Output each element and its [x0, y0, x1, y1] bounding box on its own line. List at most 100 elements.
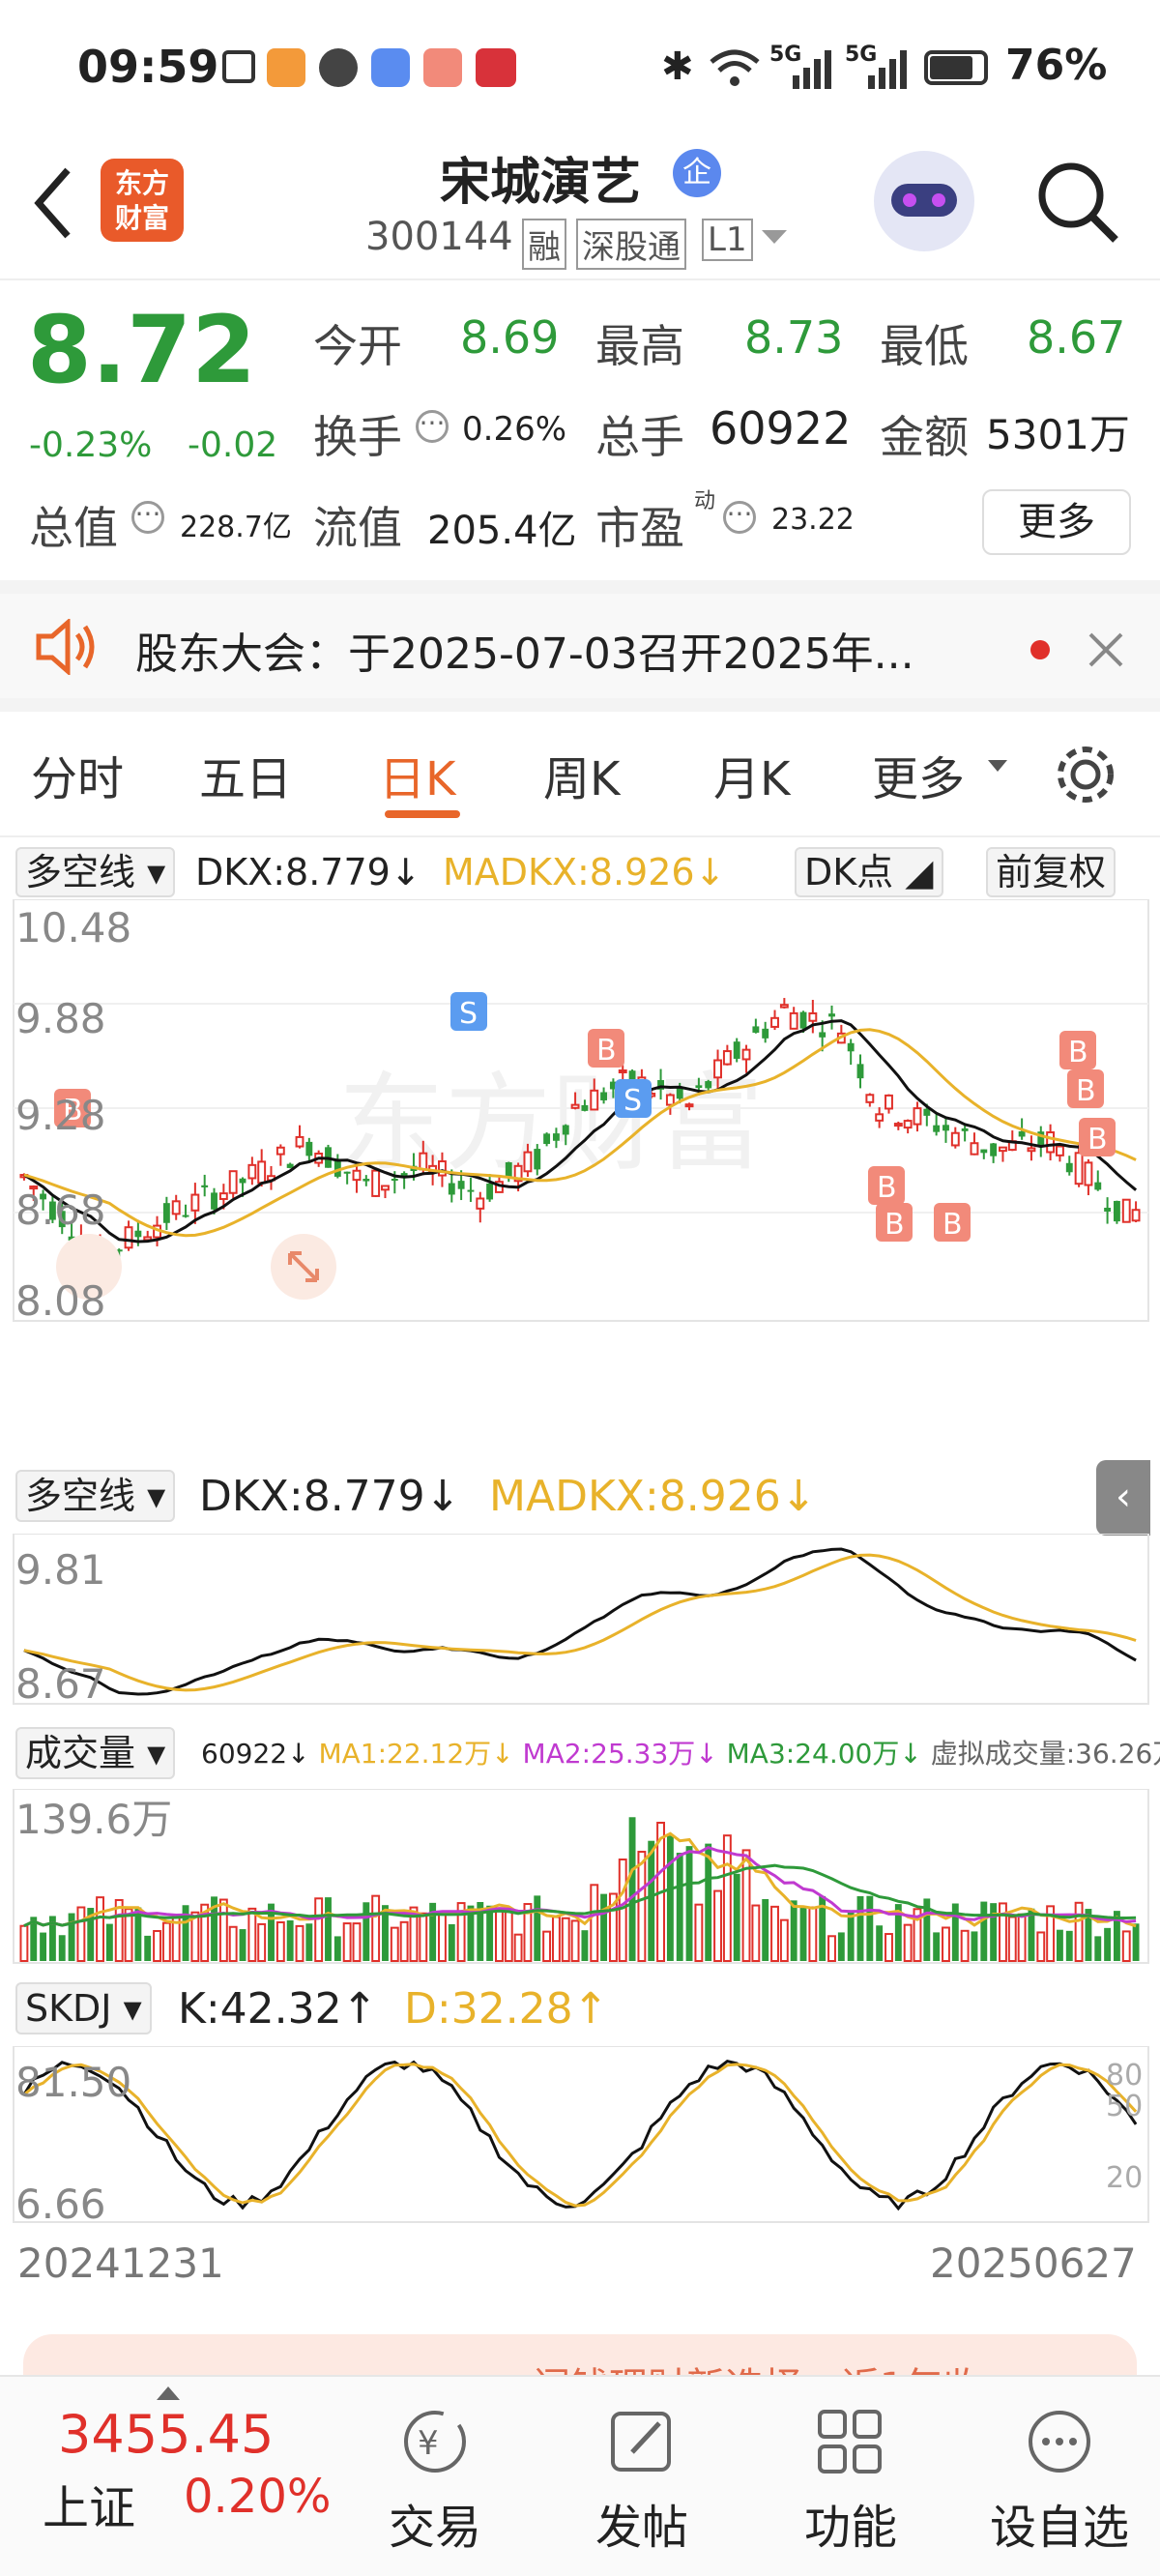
dk-point-dropdown[interactable]: DK点 ◢: [795, 847, 943, 897]
d-value: D:32.28↑: [404, 1984, 609, 2034]
voice-notify-icon: [319, 48, 358, 87]
back-icon[interactable]: [29, 164, 77, 242]
tab-minute[interactable]: 分时: [31, 741, 124, 808]
volume-bar: [448, 1923, 455, 1961]
candle-body: [733, 1041, 740, 1059]
volume-bar: [1028, 1908, 1035, 1961]
info-icon[interactable]: ···: [416, 410, 449, 443]
volume-bar: [581, 1930, 589, 1961]
candle-body: [1056, 1145, 1064, 1156]
volume-bar: [637, 1851, 647, 1962]
candle-body: [779, 1004, 789, 1009]
tab-five-day[interactable]: 五日: [199, 741, 292, 808]
margin-tag: 融: [522, 219, 566, 270]
index-change[interactable]: 0.20%: [184, 2470, 331, 2524]
volume-bar: [513, 1933, 523, 1963]
skdj-chart[interactable]: 81.50 6.66 80 50 20: [0, 2046, 1160, 2224]
tab-daily-k[interactable]: 日K: [379, 741, 455, 808]
volume-bar: [808, 1906, 818, 1963]
madkx-value: MADKX:8.926↓: [443, 851, 726, 893]
info-icon[interactable]: ···: [723, 501, 756, 534]
notice-text: 股东大会：于2025-07-03召开2025年...: [135, 629, 914, 679]
volume-bar: [495, 1907, 504, 1963]
dkx-indicator-dropdown[interactable]: 多空线 ▾: [15, 1470, 176, 1522]
volume-bar: [390, 1926, 399, 1962]
candle-body: [695, 1085, 703, 1089]
dkx-chart[interactable]: 9.81 8.67: [0, 1534, 1160, 1708]
candle-body: [505, 1162, 512, 1177]
open-label: 今开: [313, 320, 402, 372]
level-label: 50: [1106, 2090, 1143, 2123]
pe-value: 23.22: [771, 503, 855, 537]
tab-more[interactable]: 更多: [872, 741, 965, 808]
candlestick-chart[interactable]: 东方财富 B S B S B B B B B B 10.48 9.88 9.28…: [0, 899, 1160, 1325]
candle-body: [371, 1169, 381, 1197]
candle-body: [1104, 1207, 1112, 1212]
status-bar: 09:59 ✱ 5G 5G 76%: [0, 0, 1160, 145]
buy-marker-label: B: [877, 1171, 897, 1205]
volume-bar: [1132, 1923, 1140, 1961]
volume-bar: [342, 1922, 352, 1962]
stock-title: 宋城演艺: [440, 154, 642, 212]
nav-post[interactable]: 发帖: [565, 2406, 719, 2557]
volume-bar: [933, 1932, 941, 1961]
dkx-panel-value: DKX:8.779↓: [199, 1472, 461, 1521]
notice-bar[interactable]: 股东大会：于2025-07-03召开2025年...: [0, 580, 1160, 712]
nav-watchlist[interactable]: 设自选: [982, 2406, 1137, 2557]
candle-body: [276, 1146, 285, 1156]
chevron-down-icon: [988, 760, 1007, 772]
candle-body: [1018, 1131, 1026, 1137]
period-tabs: 分时 五日 日K 周K 月K 更多: [0, 712, 1160, 837]
volume-bar: [676, 1853, 683, 1961]
news-notify-icon: [476, 48, 516, 87]
kline-chart-area[interactable]: 多空线 ▾ DKX:8.779↓ MADKX:8.926↓ DK点 ◢ 前复权 …: [0, 837, 1160, 2307]
assistant-avatar[interactable]: [874, 151, 974, 251]
volume-bar: [628, 1817, 636, 1961]
panel-toggle-button[interactable]: ‹: [1096, 1460, 1150, 1536]
volume-bar: [866, 1895, 874, 1961]
more-button[interactable]: 更多: [982, 489, 1131, 555]
candle-body: [534, 1149, 541, 1170]
index-name[interactable]: 上证: [43, 2470, 135, 2537]
volume-indicator-dropdown[interactable]: 成交量 ▾: [15, 1727, 176, 1779]
d-line: [22, 2063, 1138, 2208]
y-label: 9.28: [15, 1092, 106, 1139]
y-label: 10.48: [15, 904, 131, 951]
nav-functions[interactable]: 功能: [773, 2406, 928, 2557]
tab-weekly-k[interactable]: 周K: [543, 741, 620, 808]
volume-value: 60922: [710, 402, 852, 454]
candle-body: [476, 1197, 485, 1210]
volume-chart[interactable]: 139.6万: [0, 1789, 1160, 1965]
turnover-value: 0.26%: [462, 410, 567, 449]
chevron-down-icon[interactable]: [760, 228, 789, 248]
candle-body: [190, 1193, 200, 1212]
pct-change: -0.23%: [29, 425, 153, 465]
app-logo[interactable]: 东方 财富: [101, 159, 184, 242]
price-change: -0.02: [188, 425, 278, 465]
volume-bar: [600, 1893, 608, 1961]
buy-marker-label: B: [884, 1208, 905, 1242]
skdj-indicator-dropdown[interactable]: SKDJ ▾: [15, 1982, 152, 2034]
volume-bar: [685, 1846, 693, 1961]
level-label: 20: [1106, 2161, 1143, 2195]
index-value[interactable]: 3455.45: [58, 2404, 274, 2465]
volume-bar: [144, 1935, 152, 1961]
tab-monthly-k[interactable]: 月K: [713, 741, 790, 808]
stock-header: 东方 财富 宋城演艺 企 300144 融 深股通 L1: [0, 135, 1160, 280]
volume-bar: [980, 1901, 988, 1961]
settings-gear-icon[interactable]: [1052, 741, 1119, 808]
volume-bar: [779, 1918, 789, 1962]
close-icon[interactable]: [1087, 630, 1125, 669]
indicator-dropdown[interactable]: 多空线 ▾: [15, 847, 176, 897]
svg-text:¥: ¥: [418, 2424, 439, 2463]
search-icon[interactable]: [1034, 159, 1123, 248]
candle-body: [923, 1108, 931, 1116]
volume-bar: [96, 1896, 105, 1962]
y-label: 139.6万: [15, 1796, 172, 1843]
volume-bar: [942, 1926, 950, 1962]
signal-1-icon: [793, 50, 831, 89]
ma1-value: MA1:22.12万↓: [318, 1738, 514, 1770]
info-icon[interactable]: ···: [131, 501, 164, 534]
nav-trade[interactable]: ¥ 交易: [358, 2406, 512, 2557]
adjust-dropdown[interactable]: 前复权: [986, 847, 1116, 897]
